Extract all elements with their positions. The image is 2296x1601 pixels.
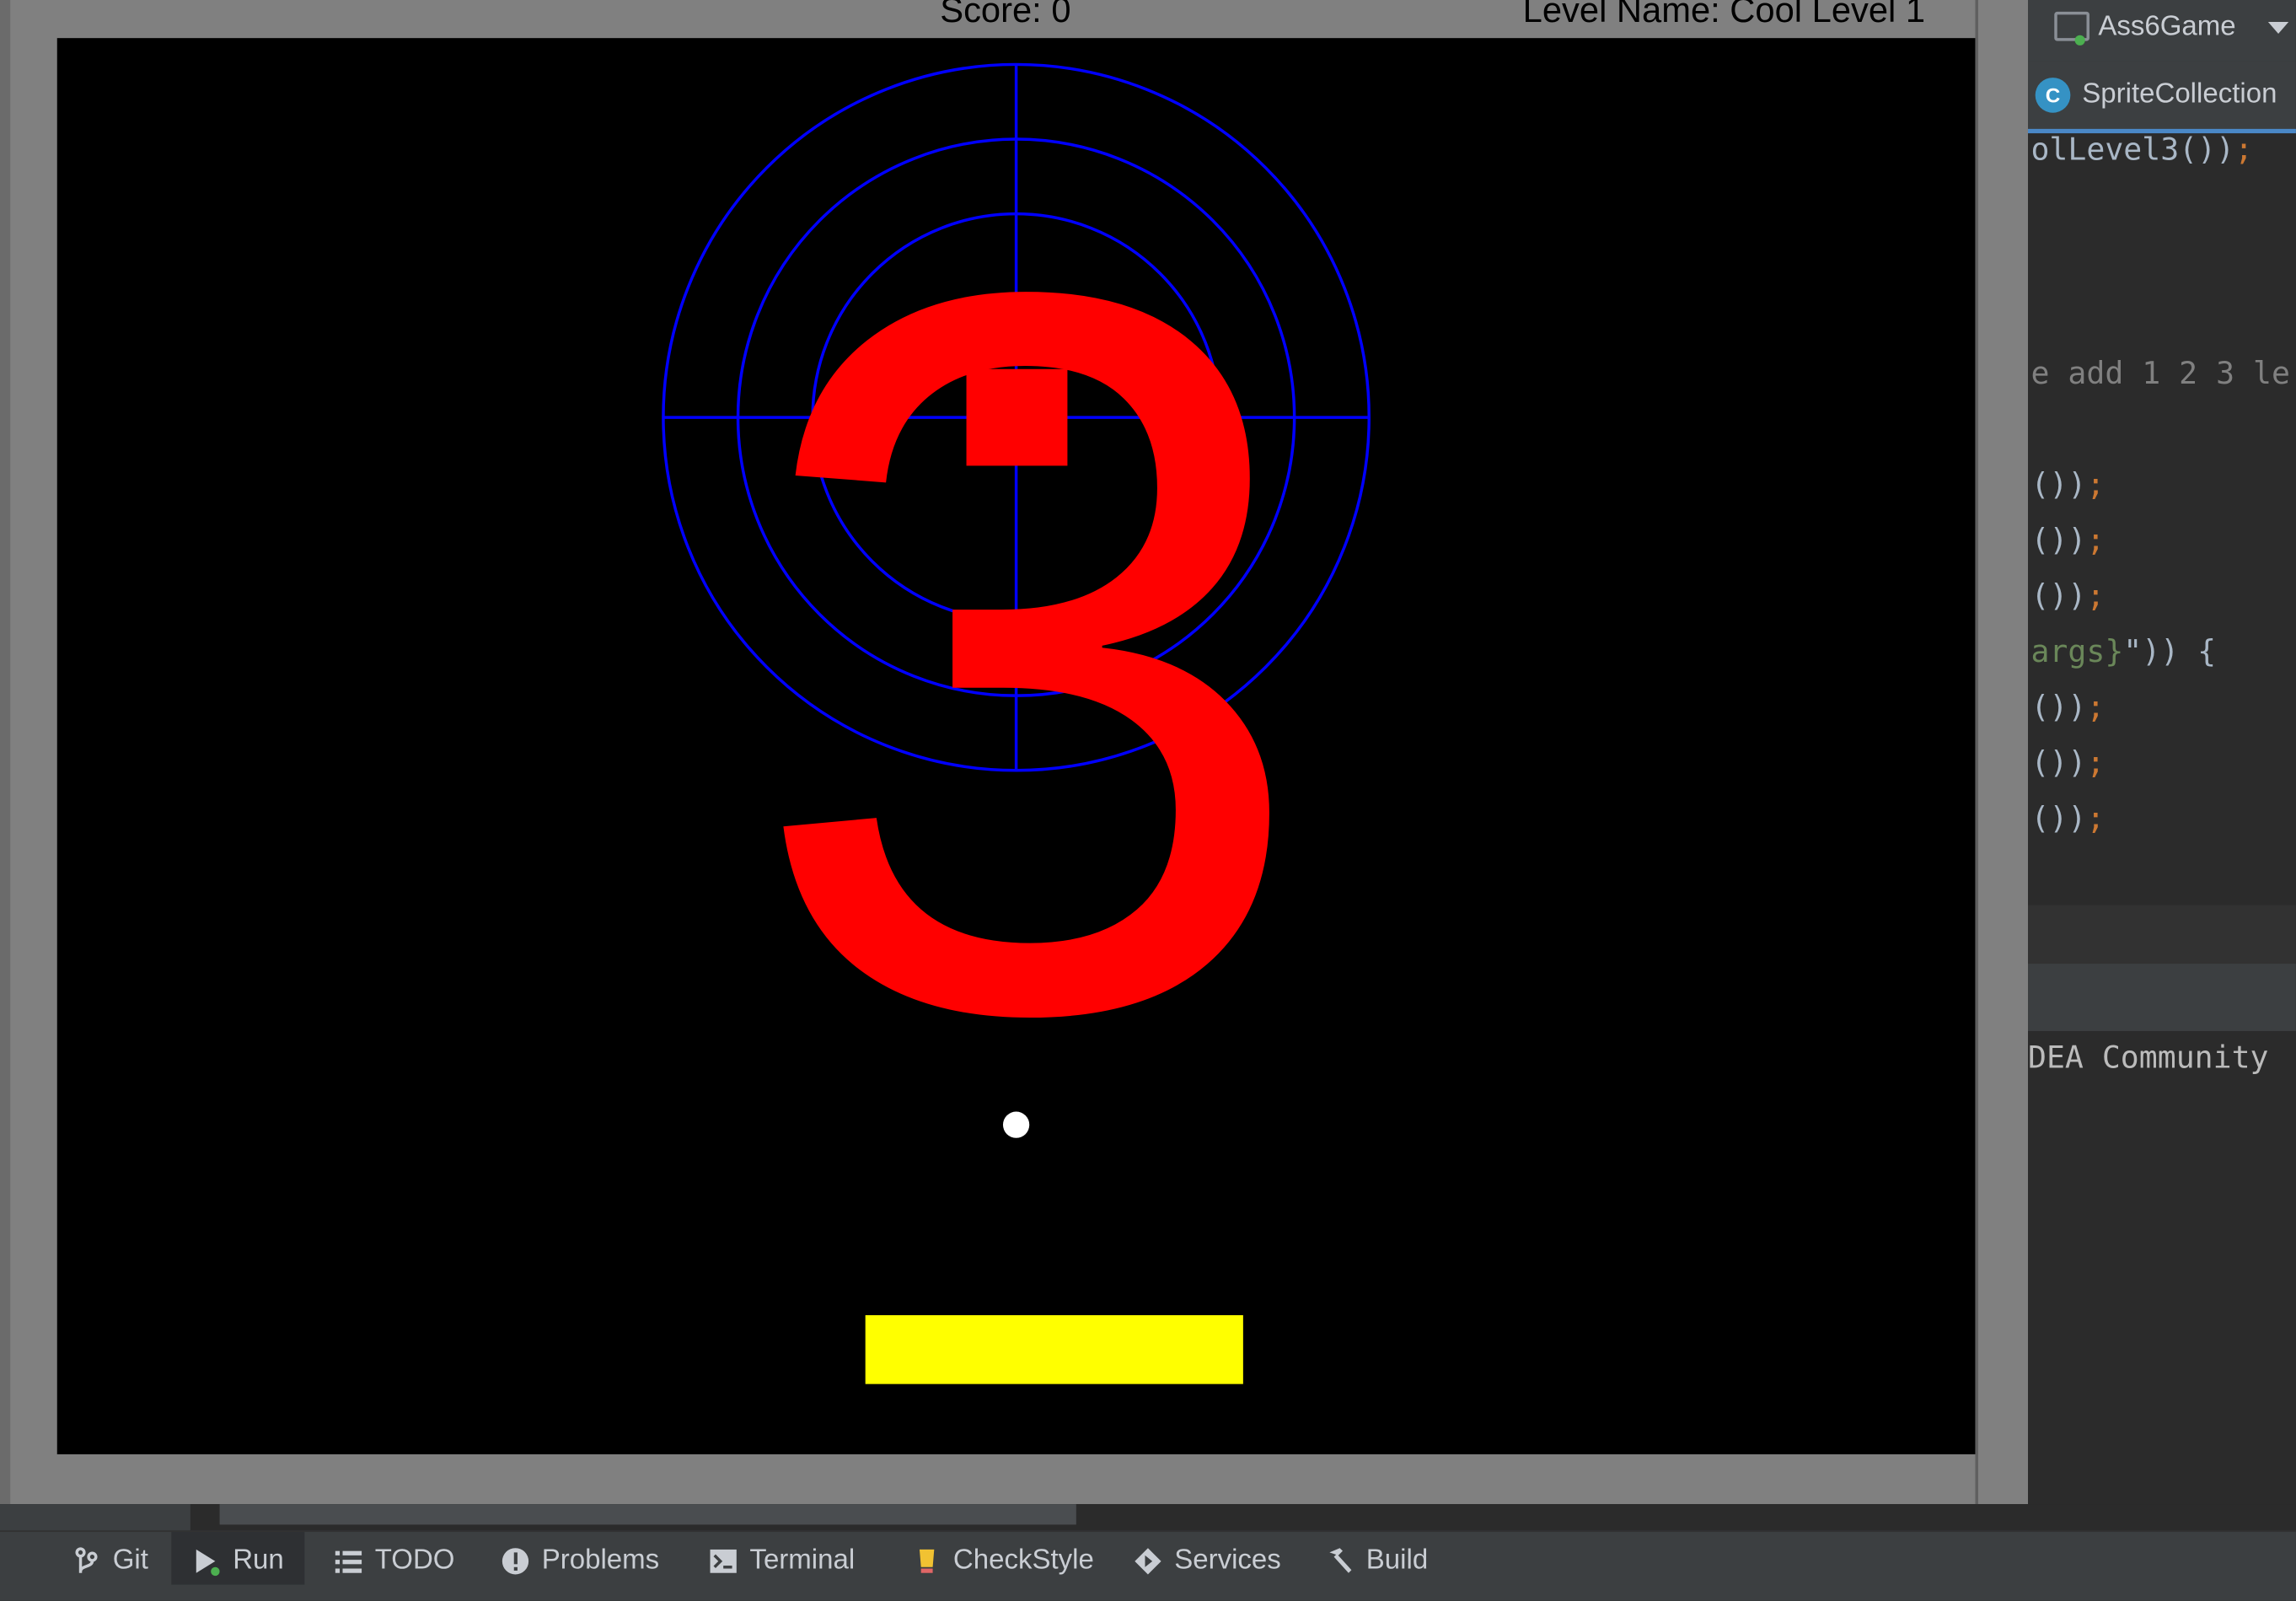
game-scene: 3 [662,62,1371,1384]
panel-divider [2027,905,2296,964]
window-edge [0,0,11,1505]
run-config-selector[interactable]: Ass6Game [2048,6,2289,50]
tool-terminal[interactable]: Terminal [688,1532,875,1590]
ball [1002,1111,1030,1138]
code-line: ()); [2030,578,2106,614]
git-branch-icon [72,1546,101,1576]
chevron-down-icon [2267,22,2289,34]
run-config-label: Ass6Game [2098,11,2236,43]
horizontal-scrollbar[interactable] [0,1504,2296,1531]
hammer-icon [1325,1546,1355,1576]
tool-label: Git [112,1545,148,1577]
code-line: ()); [2030,801,2106,836]
editor-tab[interactable]: C SpriteCollection [2027,61,2296,134]
editor-panel: Ass6Game C SpriteCollection olLevel3());… [2027,0,2296,1531]
tool-run[interactable]: Run [171,1532,305,1591]
scrollbar-thumb[interactable] [219,1504,1076,1525]
game-window: Score: 0 Level Name: Cool Level 1 3 [0,0,2028,1505]
run-toolbar: Ass6Game [2027,0,2296,63]
tool-problems[interactable]: Problems [480,1532,680,1590]
game-canvas[interactable]: 3 [56,38,1976,1455]
status-bar [0,1584,2296,1599]
tool-git[interactable]: Git [51,1532,169,1590]
tool-label: Build [1365,1545,1429,1577]
tool-services[interactable]: Services [1113,1532,1301,1590]
tool-checkstyle[interactable]: CheckStyle [892,1532,1114,1590]
code-line: ()); [2030,467,2106,502]
tool-label: Terminal [749,1545,856,1577]
tool-label: TODO [374,1545,455,1577]
score-label: Score: 0 [940,0,1071,31]
services-icon [1134,1546,1163,1576]
code-line: ()); [2030,690,2106,725]
console-header [2027,964,2296,1031]
list-icon [334,1546,363,1576]
tool-build[interactable]: Build [1305,1532,1449,1590]
run-config-icon [2048,11,2089,46]
window-border [1975,0,1978,1505]
terminal-icon [709,1546,738,1576]
code-line: ()); [2030,745,2106,781]
tool-label: Problems [541,1545,660,1577]
run-icon [192,1546,222,1577]
editor-tab-label: SpriteCollection [2082,78,2277,110]
console-output: DEA Community [2027,1040,2269,1076]
countdown-number: 3 [744,79,1314,1225]
code-line: e add 1 2 3 le [2030,356,2290,391]
warning-icon [501,1546,530,1576]
class-icon: C [2035,78,2071,113]
tool-label: Run [233,1545,284,1577]
code-line: args}")) { [2030,634,2217,669]
code-line: olLevel3()); [2030,132,2254,168]
code-line: ()); [2030,523,2106,558]
tool-label: Services [1174,1545,1281,1577]
checkstyle-icon [912,1546,941,1576]
paddle [865,1314,1243,1384]
tool-todo[interactable]: TODO [314,1532,475,1590]
tool-label: CheckStyle [952,1545,1094,1577]
level-name-label: Level Name: Cool Level 1 [1522,0,1926,31]
